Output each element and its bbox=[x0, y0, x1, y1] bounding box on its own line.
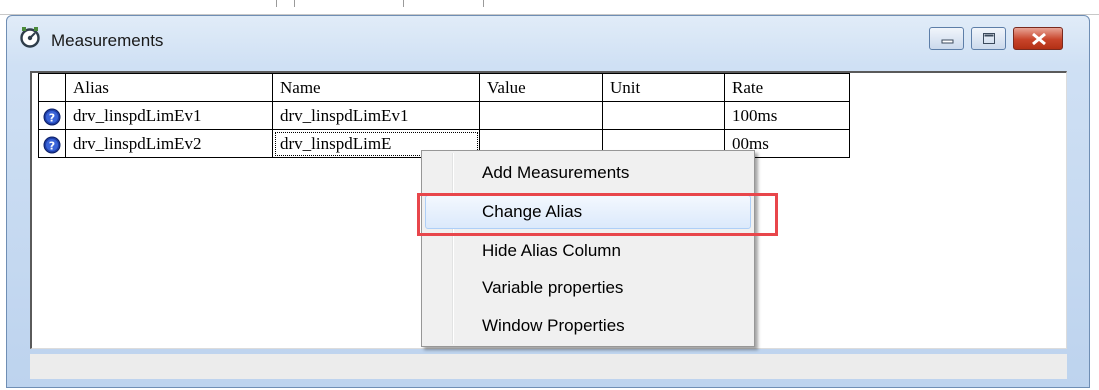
close-button[interactable] bbox=[1013, 27, 1063, 50]
menu-item-hide-alias-column[interactable]: Hide Alias Column bbox=[425, 234, 751, 268]
menu-item-add-measurements[interactable]: Add Measurements bbox=[425, 156, 751, 190]
column-header-unit[interactable]: Unit bbox=[602, 73, 725, 102]
cell-name[interactable]: drv_linspdLimEv1 bbox=[272, 101, 480, 130]
column-header-value[interactable]: Value bbox=[479, 73, 603, 102]
strip-tick bbox=[276, 0, 277, 7]
minimize-icon bbox=[941, 39, 954, 44]
red-highlight-annotation bbox=[417, 193, 778, 236]
cell-alias[interactable]: drv_linspdLimEv1 bbox=[65, 101, 273, 130]
gauge-icon bbox=[20, 27, 40, 48]
close-icon bbox=[1032, 32, 1046, 46]
info-icon: ? bbox=[43, 108, 61, 126]
cell-unit[interactable] bbox=[602, 101, 725, 130]
context-menu: Add Measurements Change Alias Hide Alias… bbox=[421, 150, 755, 347]
strip-tick bbox=[294, 0, 295, 7]
svg-text:?: ? bbox=[49, 111, 55, 124]
svg-text:?: ? bbox=[49, 139, 55, 152]
minimize-button[interactable] bbox=[929, 27, 964, 50]
column-header-name[interactable]: Name bbox=[272, 73, 480, 102]
window-title: Measurements bbox=[51, 31, 164, 50]
maximize-button[interactable] bbox=[971, 27, 1006, 50]
column-header-alias[interactable]: Alias bbox=[65, 73, 273, 102]
cell-alias[interactable]: drv_linspdLimEv2 bbox=[65, 129, 273, 158]
table-header-row: Alias Name Value Unit Rate bbox=[38, 73, 850, 102]
header-icon-cell bbox=[38, 73, 66, 102]
status-bar bbox=[30, 354, 1067, 379]
row-icon-cell: ? bbox=[38, 129, 66, 158]
cell-value[interactable] bbox=[479, 101, 603, 130]
maximize-icon bbox=[983, 33, 995, 44]
column-header-rate[interactable]: Rate bbox=[724, 73, 850, 102]
table-row[interactable]: ? drv_linspdLimEv1 drv_linspdLimEv1 100m… bbox=[38, 101, 850, 130]
strip-tick bbox=[483, 0, 484, 7]
menu-item-variable-properties[interactable]: Variable properties bbox=[425, 271, 751, 305]
title-bar[interactable]: Measurements bbox=[7, 16, 1089, 68]
background-window-strip bbox=[0, 0, 1099, 15]
strip-tick bbox=[403, 0, 404, 7]
info-icon: ? bbox=[43, 136, 61, 154]
cell-rate[interactable]: 100ms bbox=[724, 101, 850, 130]
row-icon-cell: ? bbox=[38, 101, 66, 130]
measurements-table: Alias Name Value Unit Rate ? drv_linspdL… bbox=[38, 73, 850, 158]
menu-item-window-properties[interactable]: Window Properties bbox=[425, 309, 751, 343]
